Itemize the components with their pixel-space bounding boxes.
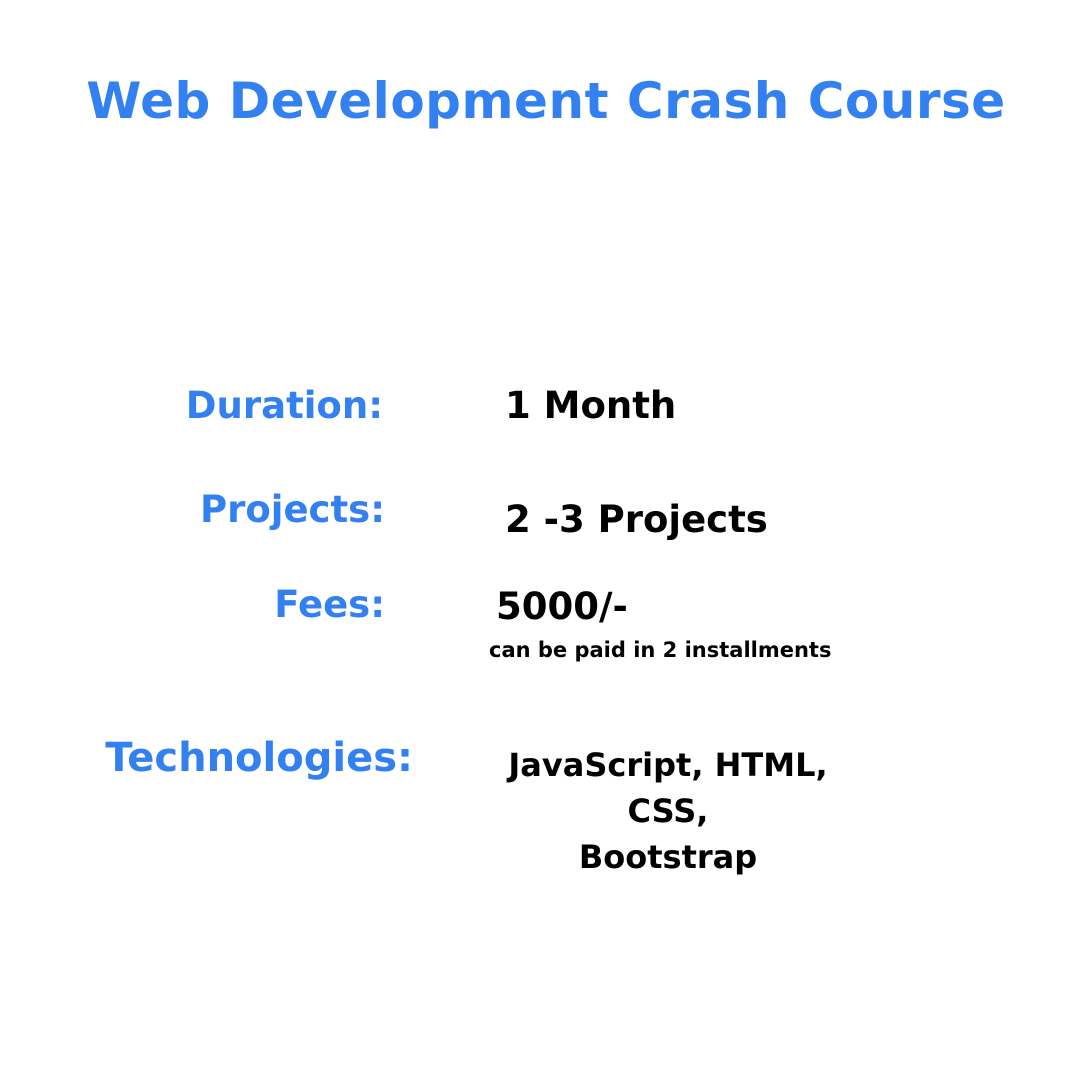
- technologies-label: Technologies:: [105, 735, 413, 781]
- technologies-value: JavaScript, HTML, CSS, Bootstrap: [470, 742, 866, 880]
- fees-value: 5000/-: [496, 585, 628, 628]
- technologies-line-1: JavaScript, HTML, CSS,: [508, 746, 828, 830]
- fees-installment-note: can be paid in 2 installments: [489, 638, 832, 662]
- duration-label: Duration:: [185, 384, 383, 427]
- projects-value: 2 -3 Projects: [505, 498, 768, 541]
- technologies-line-2: Bootstrap: [578, 838, 758, 876]
- duration-value: 1 Month: [505, 384, 677, 427]
- course-title: Web Development Crash Course: [86, 72, 1006, 130]
- projects-label: Projects:: [200, 488, 385, 531]
- fees-label: Fees:: [274, 583, 385, 626]
